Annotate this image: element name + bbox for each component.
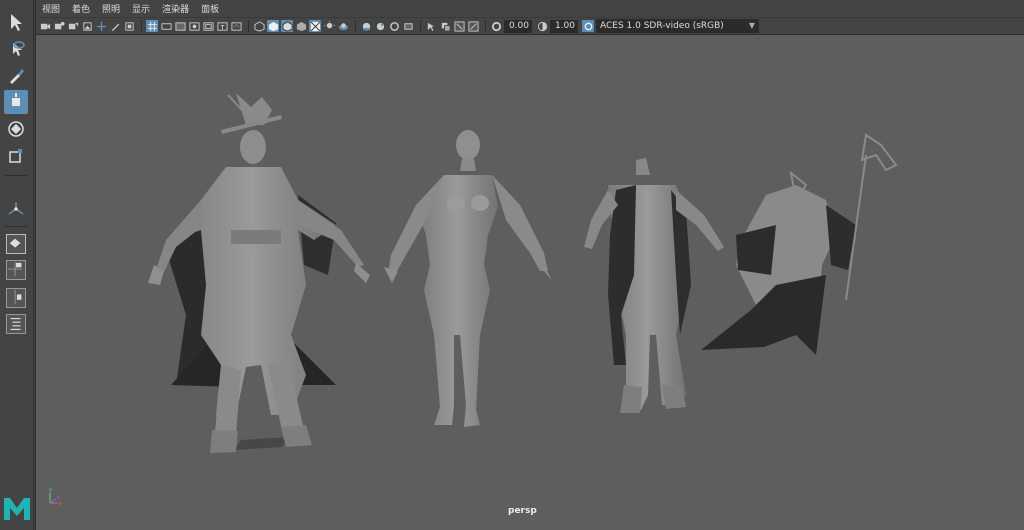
bookmark-icon[interactable]: [67, 20, 79, 32]
wireframe-on-shaded-icon[interactable]: [281, 20, 293, 32]
wireframe-icon[interactable]: [253, 20, 265, 32]
safe-action-icon[interactable]: [202, 20, 214, 32]
use-all-lights-icon[interactable]: [309, 20, 321, 32]
camera-label: persp: [508, 506, 537, 516]
xray-joints-icon[interactable]: [230, 20, 242, 32]
smooth-shade-icon[interactable]: [267, 20, 279, 32]
resolution-gate-icon[interactable]: [160, 20, 172, 32]
four-view-layout-icon[interactable]: [6, 260, 26, 280]
menu-view[interactable]: 视图: [42, 2, 60, 15]
character-base-body-model[interactable]: [384, 130, 552, 427]
paint-select-tool-icon[interactable]: [4, 64, 28, 88]
svg-text:y: y: [49, 487, 52, 493]
menu-lighting[interactable]: 照明: [102, 2, 120, 15]
gate-mask-icon[interactable]: [174, 20, 186, 32]
toolbox-divider: [5, 226, 27, 227]
toolbar-divider: [248, 20, 249, 32]
depth-of-field-icon[interactable]: [388, 20, 400, 32]
outliner-layout-icon[interactable]: [6, 314, 26, 334]
motion-blur-icon[interactable]: [360, 20, 372, 32]
manipulator-tool-icon[interactable]: [4, 197, 28, 221]
menu-renderer[interactable]: 渲染器: [162, 2, 189, 15]
film-gate-icon[interactable]: [123, 20, 135, 32]
single-view-layout-icon[interactable]: [6, 234, 26, 254]
isolate-select-icon[interactable]: [402, 20, 414, 32]
rotate-tool-icon[interactable]: [4, 117, 28, 141]
menu-panels[interactable]: 面板: [201, 2, 219, 15]
view-transform-value: ACES 1.0 SDR-video (sRGB): [600, 21, 724, 31]
maya-logo-icon: [2, 494, 32, 522]
grid-icon[interactable]: [146, 20, 158, 32]
exposure-field[interactable]: 0.00: [504, 19, 532, 33]
menu-shading[interactable]: 着色: [72, 2, 90, 15]
menu-show[interactable]: 显示: [132, 2, 150, 15]
character-armor-model[interactable]: [584, 158, 724, 413]
two-view-layout-icon[interactable]: [6, 288, 26, 308]
scale-tool-icon[interactable]: [4, 144, 28, 168]
select-tool-icon[interactable]: [4, 10, 28, 34]
toolbox: [0, 0, 34, 530]
shadows-icon[interactable]: [323, 20, 335, 32]
xray-active-components-icon[interactable]: [439, 20, 451, 32]
svg-text:z: z: [57, 495, 60, 501]
gamma-field[interactable]: 1.00: [550, 19, 578, 33]
panel-toolbar: 0.00 1.00 ACES 1.0 SDR-video (sRGB) ▼: [36, 17, 1024, 35]
toolbar-divider: [141, 20, 142, 32]
gamma-icon[interactable]: [536, 20, 548, 32]
ambient-occlusion-icon[interactable]: [337, 20, 349, 32]
field-chart-icon[interactable]: [188, 20, 200, 32]
move-tool-icon[interactable]: [4, 90, 28, 114]
lasso-tool-icon[interactable]: [4, 37, 28, 61]
toolbar-divider: [355, 20, 356, 32]
3d-scene[interactable]: y x z: [36, 35, 1024, 530]
camera-attributes-icon[interactable]: [53, 20, 65, 32]
textured-icon[interactable]: [295, 20, 307, 32]
viewport-panel: 视图 着色 照明 显示 渲染器 面板 0.00 1.00 ACES 1.0 SD…: [35, 0, 1024, 530]
xray-icon[interactable]: [425, 20, 437, 32]
exposure-icon[interactable]: [490, 20, 502, 32]
character-robed-model[interactable]: [148, 93, 370, 453]
cape-and-staff-model[interactable]: [701, 133, 898, 355]
panel-menu-bar: 视图 着色 照明 显示 渲染器 面板: [36, 0, 1024, 17]
color-management-icon[interactable]: [582, 20, 594, 32]
image-plane-icon[interactable]: [81, 20, 93, 32]
safe-title-icon[interactable]: [216, 20, 228, 32]
2d-pan-zoom-icon[interactable]: [95, 20, 107, 32]
view-transform-dropdown[interactable]: ACES 1.0 SDR-video (sRGB) ▼: [596, 19, 759, 33]
toolbar-divider: [485, 20, 486, 32]
backface-culling-icon[interactable]: [467, 20, 479, 32]
view-axis-gizmo: y x z: [49, 487, 62, 507]
multisample-aa-icon[interactable]: [374, 20, 386, 32]
xray-joints-toggle-icon[interactable]: [453, 20, 465, 32]
select-camera-icon[interactable]: [39, 20, 51, 32]
chevron-down-icon: ▼: [748, 21, 755, 30]
svg-text:x: x: [59, 501, 62, 507]
grease-pencil-icon[interactable]: [109, 20, 121, 32]
toolbar-divider: [420, 20, 421, 32]
toolbox-divider: [5, 175, 27, 176]
